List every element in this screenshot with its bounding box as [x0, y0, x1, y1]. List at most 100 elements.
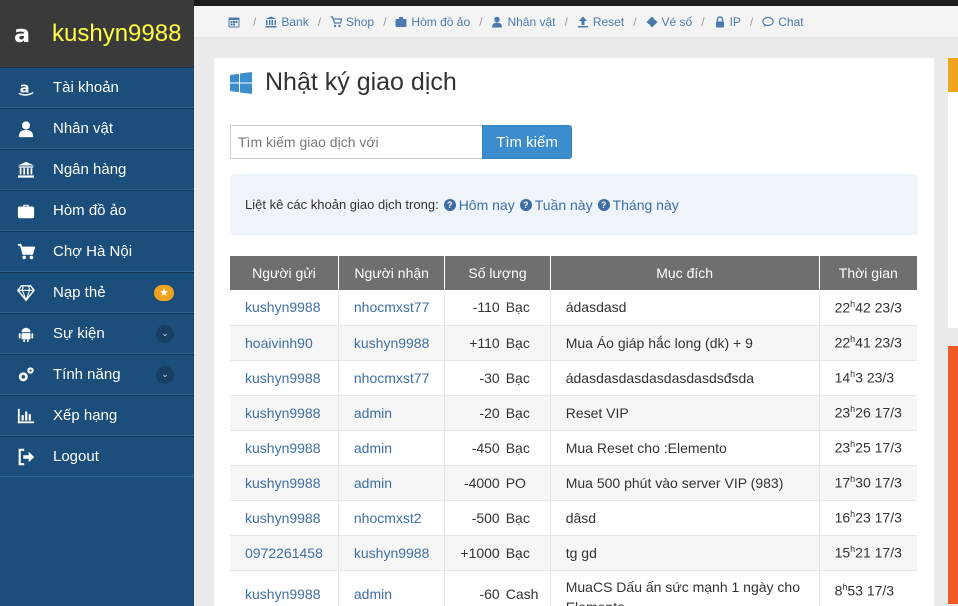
search-input[interactable] — [230, 125, 482, 159]
bar-chart-icon — [16, 406, 36, 426]
search-button[interactable]: Tìm kiếm — [482, 125, 572, 159]
chevron-down-icon[interactable]: ⌄ — [156, 324, 174, 343]
receiver-link[interactable]: admin — [338, 465, 446, 501]
sender-link[interactable]: kushyn9988 — [230, 570, 339, 606]
sender-link[interactable]: hoaivinh90 — [230, 325, 339, 361]
sidebar-item-nhan-vat[interactable]: Nhân vật — [0, 108, 194, 149]
time-cell: 16h23 17/3 — [819, 500, 917, 536]
main-panel: Nhật ký giao dịch Tìm kiếm Liệt kê các k… — [214, 58, 934, 606]
sidebar-item-tinh-nang[interactable]: Tính năng ⌄ — [0, 354, 194, 395]
breadcrumb-calendar[interactable] — [228, 16, 244, 28]
amount-cell: -450 Bạc — [444, 430, 551, 466]
sender-link[interactable]: kushyn9988 — [230, 360, 339, 396]
question-circle-icon: ? — [597, 198, 610, 211]
purpose-cell: Reset VIP — [550, 395, 820, 431]
amount-value: -500 — [471, 509, 500, 526]
diamond-icon — [16, 283, 36, 303]
amazon-icon: a — [16, 78, 36, 98]
sender-link[interactable]: kushyn9988 — [230, 500, 339, 536]
sender-link[interactable]: kushyn9988 — [230, 430, 339, 466]
time-minute: 41 — [855, 334, 871, 351]
sender-link[interactable]: kushyn9988 — [230, 290, 339, 326]
time-hour: 15 — [834, 544, 851, 561]
amount-unit: Bạc — [505, 369, 530, 386]
time-minute: 42 — [855, 299, 871, 316]
calendar-icon — [228, 17, 240, 27]
time-date: 17/3 — [874, 509, 902, 526]
time-cell: 14h3 23/3 — [819, 360, 917, 396]
sidebar-item-xep-hang[interactable]: Xếp hạng — [0, 395, 194, 436]
table-row: kushyn9988 admin -450 Bạc Mua Reset cho :Ele… — [230, 430, 917, 466]
receiver-link[interactable]: nhocmxst77 — [338, 290, 446, 326]
filter-today-link[interactable]: ? Hôm nay — [443, 197, 515, 213]
breadcrumb-nhan-vat[interactable]: Nhân vật — [491, 15, 556, 29]
table-header-row: Người gửi Người nhận Số lượng Mục đích T… — [230, 256, 917, 290]
time-cell: 15h21 17/3 — [819, 535, 917, 571]
table-row: 0972261458 kushyn9988 +1000 Bạc tg gd 15h21 1… — [230, 535, 917, 571]
sidebar-item-tai-khoan[interactable]: a Tài khoản — [0, 67, 194, 108]
column-header-time[interactable]: Thời gian — [819, 256, 917, 290]
breadcrumb: / Bank / Shop / Hòm đồ ảo / Nhân vật / R… — [194, 6, 958, 38]
receiver-link[interactable]: kushyn9988 — [338, 325, 446, 361]
sender-link[interactable]: kushyn9988 — [230, 465, 339, 501]
sidebar-item-label: Tính năng — [53, 366, 121, 383]
time-date: 17/3 — [874, 544, 902, 561]
filter-month-link[interactable]: ? Tháng này — [597, 197, 679, 213]
user-icon — [16, 119, 36, 139]
amount-cell: -4000 PO — [444, 465, 551, 501]
amount-value: -60 — [479, 585, 500, 602]
sidebar-item-nap-the[interactable]: Nạp thẻ ★ — [0, 272, 194, 313]
breadcrumb-ve-so[interactable]: Vé số — [646, 14, 693, 29]
breadcrumb-bank[interactable]: Bank — [265, 15, 309, 29]
chevron-down-icon[interactable]: ⌄ — [156, 365, 174, 384]
amount-unit: Cash — [505, 585, 539, 602]
receiver-link[interactable]: admin — [338, 570, 446, 606]
filter-week-link[interactable]: ? Tuần này — [519, 197, 593, 213]
breadcrumb-label: Vé số — [661, 14, 693, 29]
sidebar-item-cho-ha-noi[interactable]: Chợ Hà Nội — [0, 231, 194, 272]
breadcrumb-separator: / — [479, 14, 483, 29]
breadcrumb-chat[interactable]: Chat — [762, 15, 804, 29]
amount-unit: Bạc — [505, 404, 530, 421]
purpose-cell: Mua Áo giáp hắc long (dk) + 9 — [550, 325, 820, 361]
column-header-sender[interactable]: Người gửi — [230, 256, 339, 290]
sidebar-item-label: Chợ Hà Nội — [53, 243, 133, 260]
sidebar-item-label: Nạp thẻ — [53, 284, 106, 301]
sidebar-item-label: Nhân vật — [53, 120, 114, 137]
sidebar-item-ngan-hang[interactable]: Ngân hàng — [0, 149, 194, 190]
amount-cell: +1000 Bạc — [444, 535, 551, 571]
sidebar-item-hom-do-ao[interactable]: Hòm đồ ảo — [0, 190, 194, 231]
brand[interactable]: a kushyn9988 — [0, 0, 194, 67]
breadcrumb-label: IP — [729, 14, 741, 29]
side-widget-orange — [948, 58, 958, 92]
receiver-link[interactable]: nhocmxst77 — [338, 360, 446, 396]
breadcrumb-separator: / — [749, 14, 754, 29]
sidebar: a kushyn9988 a Tài khoản Nhân vật Ngân h… — [0, 0, 194, 606]
receiver-link[interactable]: admin — [338, 430, 446, 466]
column-header-receiver[interactable]: Người nhận — [338, 256, 446, 290]
time-date: 17/3 — [874, 439, 902, 456]
sender-link[interactable]: kushyn9988 — [230, 395, 339, 431]
purpose-cell: tg gd — [550, 535, 820, 571]
breadcrumb-hom-do-ao[interactable]: Hòm đồ ảo — [395, 15, 470, 29]
receiver-link[interactable]: nhocmxst2 — [338, 500, 446, 536]
page-title: Nhật ký giao dịch — [265, 68, 457, 96]
transactions-table: Người gửi Người nhận Số lượng Mục đích T… — [230, 256, 917, 606]
breadcrumb-ip[interactable]: IP — [714, 15, 741, 29]
sidebar-item-label: Xếp hạng — [53, 407, 118, 424]
lock-icon — [715, 15, 724, 27]
receiver-link[interactable]: admin — [338, 395, 446, 431]
cart-icon — [330, 15, 343, 27]
column-header-amount[interactable]: Số lượng — [444, 256, 551, 290]
purpose-cell: Mua Reset cho :Elemento — [550, 430, 820, 466]
sidebar-item-logout[interactable]: Logout — [0, 436, 194, 477]
breadcrumb-shop[interactable]: Shop — [330, 15, 374, 29]
question-circle-icon: ? — [519, 198, 532, 211]
table-body: kushyn9988 nhocmxst77 -110 Bạc ádasdasd 22h42… — [230, 290, 917, 606]
column-header-purpose[interactable]: Mục đích — [550, 256, 820, 290]
sidebar-item-label: Hòm đồ ảo — [53, 202, 127, 219]
sender-link[interactable]: 0972261458 — [230, 535, 339, 571]
receiver-link[interactable]: kushyn9988 — [338, 535, 446, 571]
breadcrumb-reset[interactable]: Reset — [577, 15, 624, 29]
sidebar-item-su-kien[interactable]: Sự kiện ⌄ — [0, 313, 194, 354]
